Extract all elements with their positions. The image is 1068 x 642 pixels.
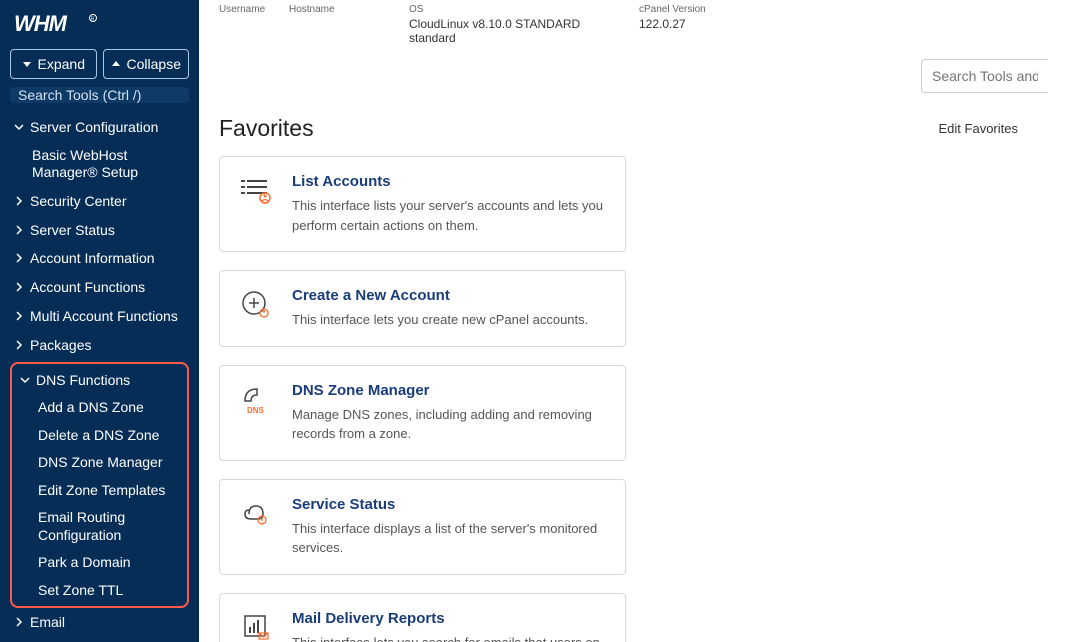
- card-title[interactable]: Create a New Account: [292, 287, 607, 304]
- chevron-right-icon: [14, 222, 30, 239]
- favorite-card-create-account[interactable]: Create a New Account This interface lets…: [219, 270, 626, 347]
- sidebar-subitem-label: Edit Zone Templates: [38, 482, 165, 498]
- chevron-right-icon: [14, 614, 30, 631]
- meta-values: CloudLinux v8.10.0 STANDARD standard 122…: [219, 17, 1048, 45]
- sidebar-item-dns-functions[interactable]: DNS Functions: [16, 366, 183, 395]
- create-account-icon: [238, 287, 274, 323]
- chevron-right-icon: [14, 250, 30, 267]
- whm-logo: WHM R: [14, 12, 189, 39]
- chevron-right-icon: [14, 279, 30, 296]
- meta-label-cpanel-version: cPanel Version: [639, 4, 759, 15]
- meta-label-hostname: Hostname: [289, 4, 389, 15]
- chevron-down-icon: [14, 119, 30, 136]
- edit-favorites-link[interactable]: Edit Favorites: [939, 121, 1048, 136]
- card-desc: This interface lets you search for email…: [292, 633, 607, 642]
- sidebar-subitem-add-dns-zone[interactable]: Add a DNS Zone: [38, 394, 183, 422]
- favorites-header: Favorites Edit Favorites: [219, 115, 1048, 142]
- mail-reports-icon: [238, 610, 274, 642]
- chevron-down-icon: [20, 372, 36, 389]
- sidebar-subitem-dns-zone-manager[interactable]: DNS Zone Manager: [38, 449, 183, 477]
- meta-label-username: Username: [219, 4, 269, 15]
- sidebar-subitem-delete-dns-zone[interactable]: Delete a DNS Zone: [38, 422, 183, 450]
- sidebar-item-server-status[interactable]: Server Status: [10, 216, 189, 245]
- sidebar-subitem-email-routing-configuration[interactable]: Email Routing Configuration: [38, 504, 183, 549]
- chevron-right-icon: [14, 308, 30, 325]
- card-title[interactable]: DNS Zone Manager: [292, 382, 607, 399]
- svg-text:R: R: [91, 17, 95, 23]
- sidebar-subitem-label: Delete a DNS Zone: [38, 427, 159, 443]
- content: Favorites Edit Favorites List Accounts T…: [199, 115, 1068, 642]
- sidebar-toggle-row: Expand Collapse: [10, 49, 189, 79]
- sidebar-subitem-label: DNS Zone Manager: [38, 454, 163, 470]
- collapse-button[interactable]: Collapse: [103, 49, 190, 79]
- sidebar-subitem-label: Email Routing Configuration: [38, 509, 125, 543]
- sidebar-item-label: Multi Account Functions: [30, 308, 189, 325]
- favorite-card-dns-zone-manager[interactable]: DNS DNS Zone Manager Manage DNS zones, i…: [219, 365, 626, 461]
- sidebar-item-cpanel[interactable]: cPanel: [10, 637, 189, 642]
- main: Username Hostname OS cPanel Version Clou…: [199, 0, 1068, 642]
- sidebar-item-email[interactable]: Email: [10, 608, 189, 637]
- sidebar-item-label: Account Information: [30, 250, 189, 267]
- sidebar-nav: Server Configuration Basic WebHost Manag…: [10, 113, 189, 642]
- sidebar-subitem-label: Add a DNS Zone: [38, 399, 144, 415]
- card-desc: This interface displays a list of the se…: [292, 519, 607, 558]
- sidebar-item-label: Security Center: [30, 193, 189, 210]
- sidebar-item-packages[interactable]: Packages: [10, 331, 189, 360]
- card-desc: Manage DNS zones, including adding and r…: [292, 405, 607, 444]
- meta-label-os: OS: [409, 4, 619, 15]
- sidebar-subitem-park-a-domain[interactable]: Park a Domain: [38, 549, 183, 577]
- favorite-card-service-status[interactable]: Service Status This interface displays a…: [219, 479, 626, 575]
- sidebar-search-input[interactable]: [10, 87, 189, 103]
- sidebar-item-account-functions[interactable]: Account Functions: [10, 273, 189, 302]
- expand-label: Expand: [38, 56, 85, 72]
- card-desc: This interface lets you create new cPane…: [292, 310, 607, 330]
- svg-text:DNS: DNS: [247, 406, 265, 415]
- dns-zone-manager-icon: DNS: [238, 382, 274, 418]
- meta-value-cpanel-version: 122.0.27: [639, 17, 759, 45]
- list-accounts-icon: [238, 173, 274, 209]
- card-title[interactable]: List Accounts: [292, 173, 607, 190]
- sidebar-item-multi-account-functions[interactable]: Multi Account Functions: [10, 302, 189, 331]
- meta-labels: Username Hostname OS cPanel Version: [219, 4, 1048, 15]
- favorites-grid: List Accounts This interface lists your …: [219, 156, 1048, 642]
- sidebar-item-label: Packages: [30, 337, 189, 354]
- service-status-icon: [238, 496, 274, 532]
- sidebar-item-label: DNS Functions: [36, 372, 183, 389]
- collapse-label: Collapse: [127, 56, 181, 72]
- sidebar-subitem-edit-zone-templates[interactable]: Edit Zone Templates: [38, 477, 183, 505]
- svg-text:WHM: WHM: [14, 12, 68, 36]
- main-search-row: [219, 45, 1048, 109]
- chevron-right-icon: [14, 337, 30, 354]
- sidebar-item-security-center[interactable]: Security Center: [10, 187, 189, 216]
- card-desc: This interface lists your server's accou…: [292, 196, 607, 235]
- favorite-card-mail-delivery-reports[interactable]: Mail Delivery Reports This interface let…: [219, 593, 626, 642]
- sidebar-subitem-label: Park a Domain: [38, 554, 131, 570]
- chevron-right-icon: [14, 193, 30, 210]
- sidebar-subitem-label: Basic WebHost Manager® Setup: [32, 147, 138, 181]
- sidebar-subitem-basic-webhost-manager-setup[interactable]: Basic WebHost Manager® Setup: [32, 142, 189, 187]
- meta-value-os: CloudLinux v8.10.0 STANDARD standard: [409, 17, 619, 45]
- meta-value-hostname: [289, 17, 389, 45]
- sidebar-item-label: Server Status: [30, 222, 189, 239]
- meta-value-username: [219, 17, 269, 45]
- expand-button[interactable]: Expand: [10, 49, 97, 79]
- topbar: Username Hostname OS cPanel Version Clou…: [199, 0, 1068, 115]
- main-search-input[interactable]: [921, 59, 1048, 93]
- favorites-title: Favorites: [219, 115, 314, 142]
- favorite-card-list-accounts[interactable]: List Accounts This interface lists your …: [219, 156, 626, 252]
- sidebar-subitem-set-zone-ttl[interactable]: Set Zone TTL: [38, 577, 183, 605]
- collapse-icon: [111, 59, 121, 69]
- card-title[interactable]: Service Status: [292, 496, 607, 513]
- card-title[interactable]: Mail Delivery Reports: [292, 610, 607, 627]
- sidebar-item-label: Server Configuration: [30, 119, 189, 136]
- sidebar-group-dns-functions-highlighted: DNS Functions Add a DNS Zone Delete a DN…: [10, 362, 189, 609]
- sidebar-item-label: Email: [30, 614, 189, 631]
- sidebar-item-account-information[interactable]: Account Information: [10, 244, 189, 273]
- sidebar-subitem-label: Set Zone TTL: [38, 582, 123, 598]
- sidebar: WHM R Expand Collapse Server Configurati…: [0, 0, 199, 642]
- sidebar-item-server-configuration[interactable]: Server Configuration: [10, 113, 189, 142]
- expand-icon: [22, 59, 32, 69]
- sidebar-item-label: Account Functions: [30, 279, 189, 296]
